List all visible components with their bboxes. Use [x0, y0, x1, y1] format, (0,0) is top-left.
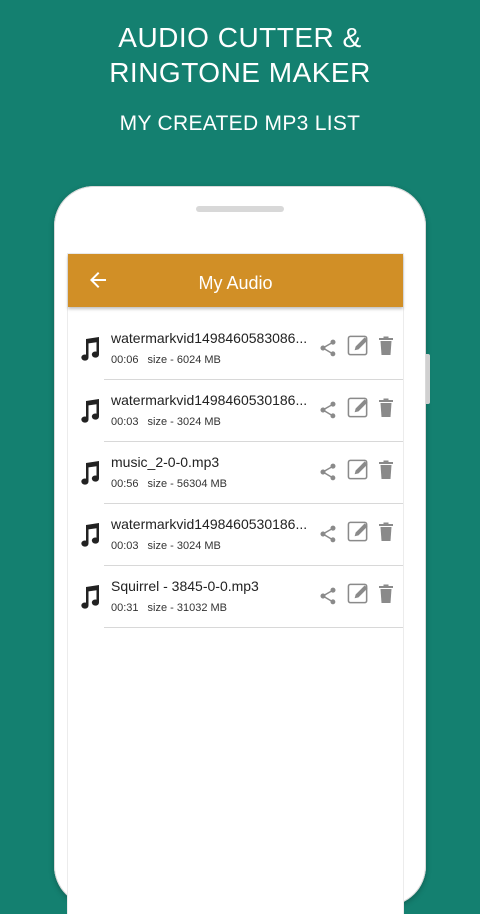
row-divider [104, 627, 403, 628]
file-size: size - 31032 MB [147, 602, 228, 614]
edit-icon [347, 521, 368, 542]
delete-button[interactable] [378, 460, 394, 480]
promo-title: AUDIO CUTTER & RINGTONE MAKER [109, 22, 371, 88]
share-icon [320, 525, 336, 543]
delete-button[interactable] [378, 336, 394, 356]
phone-side-button [426, 354, 430, 404]
music-note-icon [81, 399, 100, 423]
share-button[interactable] [318, 586, 338, 606]
share-icon [320, 463, 336, 481]
file-name: watermarkvid1498460583086... [111, 330, 308, 346]
edit-button[interactable] [347, 582, 370, 605]
edit-icon [347, 583, 368, 604]
edit-icon [347, 335, 368, 356]
file-duration: 00:03 [111, 540, 139, 552]
file-name: music_2-0-0.mp3 [111, 454, 220, 470]
arrow-left-icon [90, 272, 106, 288]
file-meta: 00:03 size - 3024 MB [111, 540, 221, 552]
edit-button[interactable] [347, 334, 370, 357]
share-button[interactable] [318, 400, 338, 420]
file-name: watermarkvid1498460530186... [111, 392, 308, 408]
back-button[interactable] [86, 268, 110, 292]
file-size: size - 56304 MB [147, 478, 228, 490]
music-note-icon [81, 461, 100, 485]
audio-list-item[interactable]: watermarkvid1498460530186... 00:03 size -… [68, 380, 403, 442]
trash-icon [379, 336, 393, 355]
share-icon [320, 587, 336, 605]
delete-button[interactable] [378, 398, 394, 418]
file-meta: 00:56 size - 56304 MB [111, 478, 227, 490]
trash-icon [379, 460, 393, 479]
audio-list-item[interactable]: Squirrel - 3845-0-0.mp3 00:31 size - 3103… [68, 566, 403, 628]
music-note-icon [81, 585, 100, 609]
audio-list-item[interactable]: watermarkvid1498460583086... 00:06 size -… [68, 318, 403, 380]
trash-icon [379, 398, 393, 417]
file-duration: 00:03 [111, 416, 139, 428]
file-size: size - 6024 MB [147, 354, 221, 366]
file-name: watermarkvid1498460530186... [111, 516, 308, 532]
share-icon [320, 339, 336, 357]
file-duration: 00:06 [111, 354, 139, 366]
phone-speaker [196, 206, 284, 212]
edit-icon [347, 459, 368, 480]
app-bar-title: My Audio [198, 273, 273, 293]
edit-button[interactable] [347, 520, 370, 543]
audio-list-item[interactable]: watermarkvid1498460530186... 00:03 size -… [68, 504, 403, 566]
delete-button[interactable] [378, 584, 394, 604]
delete-button[interactable] [378, 522, 394, 542]
audio-list-item[interactable]: music_2-0-0.mp3 00:56 size - 56304 MB [68, 442, 403, 504]
file-name: Squirrel - 3845-0-0.mp3 [111, 578, 259, 594]
file-meta: 00:06 size - 6024 MB [111, 354, 221, 366]
app-screen: My Audio watermarkvid1498460583086... 00… [67, 253, 404, 914]
share-button[interactable] [318, 524, 338, 544]
audio-file-list: watermarkvid1498460583086... 00:06 size -… [68, 318, 403, 628]
file-size: size - 3024 MB [147, 416, 221, 428]
music-note-icon [81, 523, 100, 547]
trash-icon [379, 584, 393, 603]
file-duration: 00:31 [111, 602, 139, 614]
music-note-icon [81, 337, 100, 361]
promo-subtitle: MY CREATED MP3 LIST [119, 112, 361, 135]
edit-icon [347, 397, 368, 418]
trash-icon [379, 522, 393, 541]
file-duration: 00:56 [111, 478, 139, 490]
file-meta: 00:31 size - 31032 MB [111, 602, 227, 614]
share-button[interactable] [318, 462, 338, 482]
share-button[interactable] [318, 338, 338, 358]
file-size: size - 3024 MB [147, 540, 221, 552]
edit-button[interactable] [347, 458, 370, 481]
file-meta: 00:03 size - 3024 MB [111, 416, 221, 428]
app-bar: My Audio [68, 254, 403, 307]
phone-frame: My Audio watermarkvid1498460583086... 00… [54, 186, 430, 914]
share-icon [320, 401, 336, 419]
edit-button[interactable] [347, 396, 370, 419]
